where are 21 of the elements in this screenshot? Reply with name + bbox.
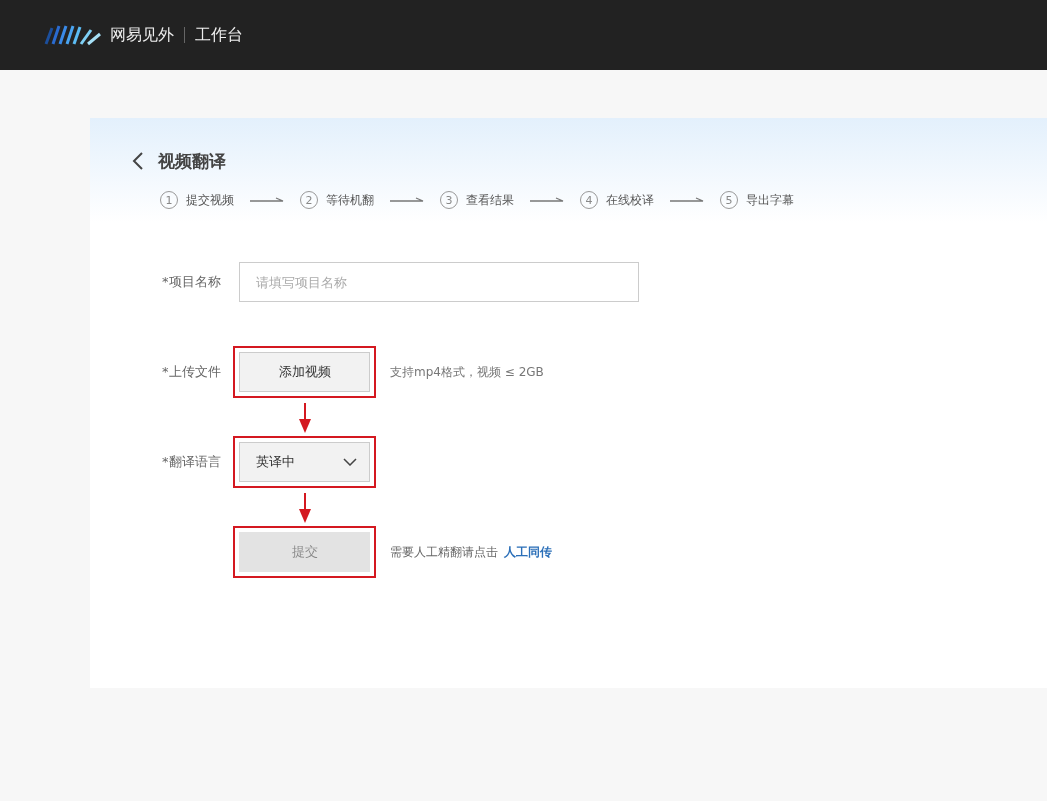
chevron-down-icon bbox=[343, 458, 357, 466]
step-label: 查看结果 bbox=[466, 191, 514, 209]
back-icon[interactable] bbox=[132, 152, 144, 170]
brand-name: 网易见外 bbox=[110, 24, 174, 46]
step-label: 在线校译 bbox=[606, 191, 654, 209]
field-label: *翻译语言 bbox=[162, 453, 222, 471]
language-dropdown[interactable]: 英译中 bbox=[239, 442, 370, 482]
manual-translation-note: 需要人工精翻请点击 bbox=[390, 543, 498, 561]
step-label: 等待机翻 bbox=[326, 191, 374, 209]
field-label: *项目名称 bbox=[162, 273, 222, 291]
annotation-arrow bbox=[299, 403, 311, 433]
field-label: *上传文件 bbox=[162, 363, 222, 381]
page-title: 视频翻译 bbox=[158, 149, 226, 173]
project-name-field[interactable]: 请填写项目名称 bbox=[239, 262, 639, 302]
step-label: 提交视频 bbox=[186, 191, 234, 209]
add-video-button[interactable]: 添加视频 bbox=[239, 352, 370, 392]
annotation-arrow bbox=[299, 493, 311, 523]
step-label: 导出字幕 bbox=[746, 191, 794, 209]
upload-hint: 支持mp4格式，视频 ≤ 2GB bbox=[390, 363, 544, 381]
logo-icon bbox=[44, 24, 102, 46]
section-name: 工作台 bbox=[195, 24, 243, 46]
